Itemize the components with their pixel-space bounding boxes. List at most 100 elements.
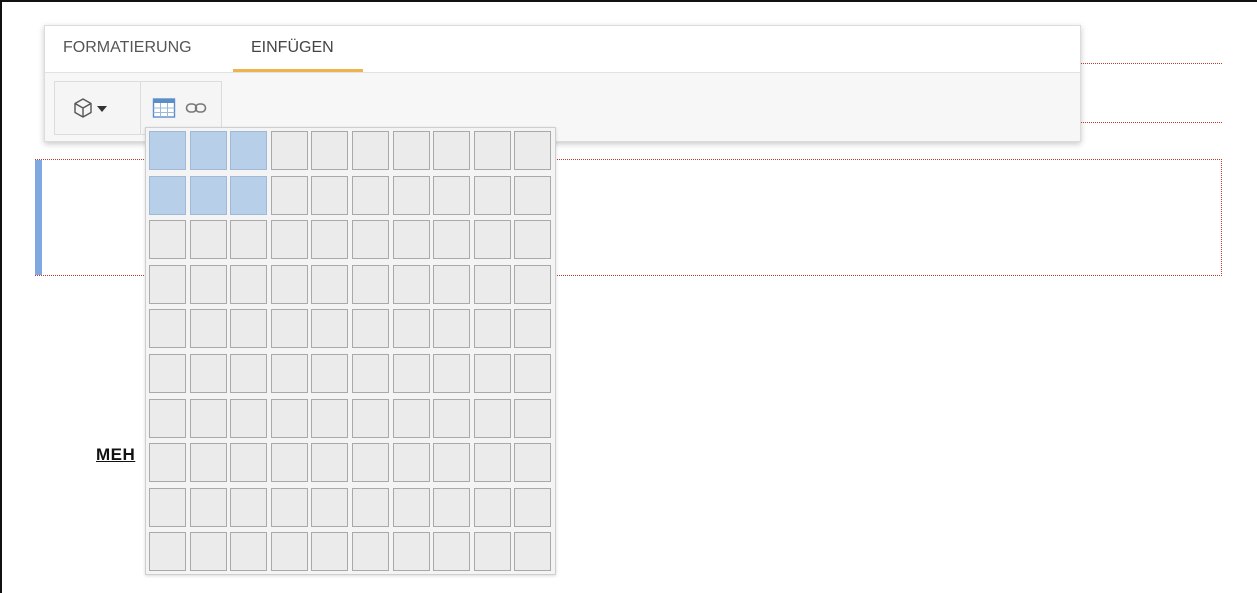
- grid-cell[interactable]: [189, 398, 227, 438]
- grid-cell[interactable]: [189, 443, 227, 483]
- grid-cell[interactable]: [352, 443, 389, 483]
- grid-cell[interactable]: [514, 487, 552, 527]
- grid-cell[interactable]: [230, 398, 268, 438]
- grid-cell[interactable]: [392, 532, 430, 572]
- grid-cell[interactable]: [433, 354, 471, 393]
- grid-cell[interactable]: [514, 264, 552, 304]
- grid-cell[interactable]: [270, 398, 308, 438]
- grid-cell[interactable]: [189, 354, 227, 393]
- link-icon[interactable]: [185, 98, 207, 118]
- grid-cell[interactable]: [189, 532, 227, 572]
- grid-cell[interactable]: [433, 398, 471, 438]
- grid-cell[interactable]: [352, 220, 389, 260]
- grid-cell[interactable]: [473, 354, 511, 393]
- grid-cell[interactable]: [514, 354, 552, 393]
- grid-cell[interactable]: [270, 131, 308, 170]
- grid-cell[interactable]: [473, 131, 511, 170]
- grid-cell[interactable]: [433, 532, 471, 572]
- grid-cell[interactable]: [311, 354, 349, 393]
- grid-cell[interactable]: [311, 131, 349, 170]
- tab-formatierung[interactable]: FORMATIERUNG: [63, 37, 192, 59]
- grid-cell[interactable]: [433, 443, 471, 483]
- grid-cell[interactable]: [433, 175, 471, 215]
- grid-cell[interactable]: [149, 309, 186, 349]
- grid-cell[interactable]: [352, 532, 389, 572]
- grid-cell[interactable]: [392, 309, 430, 349]
- grid-cell[interactable]: [311, 264, 349, 304]
- grid-cell[interactable]: [433, 131, 471, 170]
- grid-cell[interactable]: [230, 220, 268, 260]
- grid-cell[interactable]: [311, 175, 349, 215]
- grid-cell[interactable]: [189, 487, 227, 527]
- grid-cell[interactable]: [270, 309, 308, 349]
- grid-cell[interactable]: [270, 175, 308, 215]
- grid-cell[interactable]: [189, 309, 227, 349]
- tab-einfuegen[interactable]: EINFÜGEN: [251, 37, 334, 59]
- grid-cell[interactable]: [270, 220, 308, 260]
- grid-cell[interactable]: [433, 487, 471, 527]
- grid-cell[interactable]: [473, 220, 511, 260]
- grid-cell[interactable]: [311, 532, 349, 572]
- grid-cell[interactable]: [311, 220, 349, 260]
- grid-cell[interactable]: [352, 398, 389, 438]
- grid-cell[interactable]: [473, 532, 511, 572]
- grid-cell[interactable]: [270, 443, 308, 483]
- grid-cell[interactable]: [230, 354, 268, 393]
- grid-cell[interactable]: [473, 309, 511, 349]
- grid-cell[interactable]: [230, 175, 268, 215]
- grid-cell[interactable]: [149, 532, 186, 572]
- grid-cell[interactable]: [433, 220, 471, 260]
- grid-cell[interactable]: [514, 220, 552, 260]
- grid-cell[interactable]: [270, 532, 308, 572]
- grid-cell[interactable]: [230, 532, 268, 572]
- grid-cell[interactable]: [473, 443, 511, 483]
- grid-cell[interactable]: [270, 264, 308, 304]
- grid-cell[interactable]: [352, 131, 389, 170]
- grid-cell[interactable]: [473, 487, 511, 527]
- grid-cell[interactable]: [392, 443, 430, 483]
- grid-cell[interactable]: [189, 175, 227, 215]
- grid-cell[interactable]: [352, 309, 389, 349]
- grid-cell[interactable]: [270, 487, 308, 527]
- grid-cell[interactable]: [189, 220, 227, 260]
- grid-cell[interactable]: [352, 264, 389, 304]
- grid-cell[interactable]: [149, 487, 186, 527]
- grid-cell[interactable]: [230, 487, 268, 527]
- grid-cell[interactable]: [149, 131, 186, 170]
- grid-cell[interactable]: [352, 175, 389, 215]
- grid-cell[interactable]: [392, 354, 430, 393]
- grid-cell[interactable]: [392, 220, 430, 260]
- grid-cell[interactable]: [230, 443, 268, 483]
- grid-cell[interactable]: [473, 398, 511, 438]
- grid-cell[interactable]: [311, 487, 349, 527]
- grid-cell[interactable]: [352, 354, 389, 393]
- grid-cell[interactable]: [149, 220, 186, 260]
- grid-cell[interactable]: [392, 398, 430, 438]
- grid-cell[interactable]: [392, 487, 430, 527]
- grid-cell[interactable]: [392, 175, 430, 215]
- table-icon[interactable]: [152, 96, 176, 120]
- grid-cell[interactable]: [514, 175, 552, 215]
- grid-cell[interactable]: [514, 532, 552, 572]
- grid-cell[interactable]: [311, 398, 349, 438]
- grid-cell[interactable]: [473, 175, 511, 215]
- grid-cell[interactable]: [149, 175, 186, 215]
- grid-cell[interactable]: [149, 264, 186, 304]
- grid-cell[interactable]: [189, 131, 227, 170]
- grid-cell[interactable]: [189, 264, 227, 304]
- grid-cell[interactable]: [311, 309, 349, 349]
- table-size-picker[interactable]: [145, 127, 556, 575]
- more-link[interactable]: MEH: [96, 445, 135, 465]
- grid-cell[interactable]: [514, 131, 552, 170]
- grid-cell[interactable]: [433, 309, 471, 349]
- grid-cell[interactable]: [433, 264, 471, 304]
- grid-cell[interactable]: [352, 487, 389, 527]
- grid-cell[interactable]: [514, 309, 552, 349]
- grid-cell[interactable]: [149, 398, 186, 438]
- grid-cell[interactable]: [392, 264, 430, 304]
- grid-cell[interactable]: [230, 264, 268, 304]
- grid-cell[interactable]: [311, 443, 349, 483]
- grid-cell[interactable]: [270, 354, 308, 393]
- grid-cell[interactable]: [230, 131, 268, 170]
- grid-cell[interactable]: [149, 354, 186, 393]
